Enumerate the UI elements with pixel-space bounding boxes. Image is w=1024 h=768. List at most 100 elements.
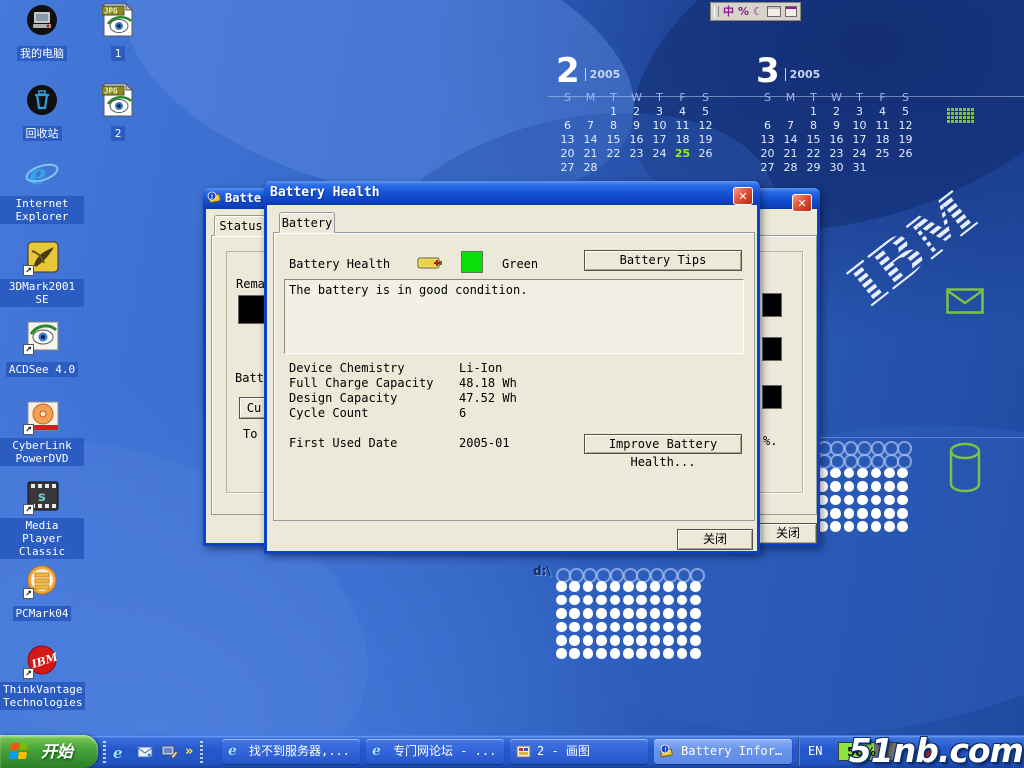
taskbar-button[interactable]: e 专门网论坛 - ... bbox=[366, 739, 504, 764]
calendar-day: 3 bbox=[648, 104, 671, 118]
calendar-day: 8 bbox=[602, 118, 625, 132]
dot bbox=[610, 568, 625, 583]
ime-keyboard-icon[interactable] bbox=[767, 6, 781, 17]
ie-icon: e bbox=[372, 743, 388, 759]
close-button[interactable]: 关闭 bbox=[759, 523, 817, 544]
dot bbox=[623, 581, 634, 592]
dot bbox=[610, 581, 621, 592]
taskbar-button[interactable]: 2 - 画图 bbox=[510, 739, 648, 764]
desktop-icon-thinkvantage[interactable]: IBM ↗ ThinkVantage Technologies bbox=[0, 644, 84, 710]
desktop-icon-powerdvd[interactable]: ↗ CyberLink PowerDVD bbox=[0, 400, 84, 466]
dot bbox=[897, 508, 908, 519]
calendar-day-header: T bbox=[602, 90, 625, 104]
calendar-day: 22 bbox=[602, 146, 625, 160]
calendar-day: 3 bbox=[848, 104, 871, 118]
calendar-day: 25 bbox=[871, 146, 894, 160]
close-icon[interactable]: ✕ bbox=[733, 187, 753, 205]
windows-flag-icon bbox=[9, 743, 29, 759]
calendar-day: 15 bbox=[602, 132, 625, 146]
taskbar-button-label: 专门网论坛 - ... bbox=[393, 744, 496, 758]
ime-punctuation-icon[interactable]: ☾ bbox=[753, 4, 763, 19]
dot bbox=[690, 635, 701, 646]
dot bbox=[569, 581, 580, 592]
dot bbox=[677, 608, 688, 619]
tab-battery[interactable]: Battery bbox=[279, 212, 335, 233]
recycle-bin-icon bbox=[24, 84, 60, 118]
ime-menu-icon[interactable] bbox=[785, 6, 797, 17]
dot bbox=[830, 495, 841, 506]
tab-status[interactable]: Status bbox=[214, 215, 268, 236]
calendar-day: 26 bbox=[694, 146, 717, 160]
internet-explorer-quicklaunch-icon[interactable]: e bbox=[113, 743, 130, 760]
calendar-day: 4 bbox=[671, 104, 694, 118]
desktop-file-jpg-2[interactable]: JPG 2 bbox=[94, 82, 142, 141]
quick-launch-expand-chevron[interactable]: » bbox=[185, 744, 193, 759]
show-desktop-icon[interactable] bbox=[161, 743, 178, 760]
start-button[interactable]: 开始 bbox=[0, 735, 98, 768]
dot bbox=[583, 635, 594, 646]
dot bbox=[596, 595, 607, 606]
close-button[interactable]: 关闭 bbox=[677, 529, 753, 550]
ime-grip[interactable] bbox=[714, 6, 719, 17]
dot bbox=[690, 568, 705, 583]
improve-battery-health-button[interactable]: Improve Battery Health... bbox=[584, 434, 742, 454]
ime-chinese-indicator[interactable]: 中 bbox=[723, 4, 734, 19]
desktop-icon-pcmark04[interactable]: ↗ PCMark04 bbox=[0, 564, 84, 621]
ime-halfwidth-icon[interactable]: % bbox=[738, 4, 749, 19]
dot bbox=[897, 495, 908, 506]
dot bbox=[884, 508, 895, 519]
desktop-file-jpg-1[interactable]: JPG 1 bbox=[94, 2, 142, 61]
dot bbox=[623, 595, 634, 606]
calendar-day: 28 bbox=[779, 160, 802, 174]
calendar-day-header: T bbox=[648, 90, 671, 104]
svg-text:JPG: JPG bbox=[104, 87, 118, 96]
battery-tips-button[interactable]: Battery Tips bbox=[584, 250, 742, 271]
dot bbox=[636, 622, 647, 633]
dot bbox=[677, 568, 692, 583]
dot bbox=[857, 495, 868, 506]
dot bbox=[830, 521, 841, 532]
desktop-icon-recycle-bin[interactable]: 回收站 bbox=[0, 84, 84, 141]
outlook-express-icon[interactable] bbox=[137, 743, 154, 760]
dot bbox=[857, 508, 868, 519]
battery-icon: ! bbox=[660, 743, 676, 759]
dot bbox=[596, 608, 607, 619]
desktop-icon-media-player-classic[interactable]: s ↗ Media Player Classic bbox=[0, 480, 84, 559]
taskbar-button[interactable]: !Battery Infor... bbox=[654, 739, 792, 764]
desktop-icon-3dmark2001[interactable]: ↗ 3DMark2001 SE bbox=[0, 241, 84, 307]
info-label: Design Capacity bbox=[289, 391, 397, 405]
calendar-day: 2 bbox=[625, 104, 648, 118]
battery-dialog-icon: ! bbox=[207, 191, 223, 205]
dot bbox=[857, 468, 868, 479]
calendar-day: 25 bbox=[671, 146, 694, 160]
language-indicator[interactable]: EN bbox=[808, 735, 822, 768]
dot bbox=[556, 622, 567, 633]
desktop-icon-internet-explorer[interactable]: e Internet Explorer bbox=[0, 158, 84, 224]
calendar-day: 19 bbox=[694, 132, 717, 146]
battery-health-titlebar[interactable]: Battery Health bbox=[264, 181, 760, 205]
dot bbox=[610, 635, 621, 646]
quick-launch: e » bbox=[103, 735, 203, 768]
dot bbox=[897, 481, 908, 492]
dot bbox=[830, 441, 845, 456]
dot bbox=[884, 468, 895, 479]
calendar-day: 12 bbox=[694, 118, 717, 132]
grid-glyph-icon bbox=[947, 108, 974, 123]
dot bbox=[690, 622, 701, 633]
calendar-day: 13 bbox=[556, 132, 579, 146]
dot bbox=[569, 622, 580, 633]
close-icon[interactable]: ✕ bbox=[792, 194, 812, 212]
taskbar-button[interactable]: e找不到服务器,... bbox=[222, 739, 360, 764]
powerdvd-icon: ↗ bbox=[24, 400, 60, 434]
desktop-icon-my-computer[interactable]: 我的电脑 bbox=[0, 4, 84, 61]
calendar-day bbox=[602, 160, 625, 174]
quick-launch-handle[interactable] bbox=[200, 741, 203, 763]
dot bbox=[690, 595, 701, 606]
quick-launch-handle[interactable] bbox=[103, 741, 106, 763]
calendar-day: 17 bbox=[848, 132, 871, 146]
watermark: 51nb.com bbox=[849, 732, 1023, 768]
drive-label: d:\ bbox=[533, 564, 551, 578]
desktop-icon-acdsee[interactable]: ↗ ACDSee 4.0 bbox=[0, 320, 84, 377]
ime-language-bar[interactable]: 中 % ☾ bbox=[710, 2, 801, 21]
internet-explorer-icon: e bbox=[24, 158, 60, 192]
